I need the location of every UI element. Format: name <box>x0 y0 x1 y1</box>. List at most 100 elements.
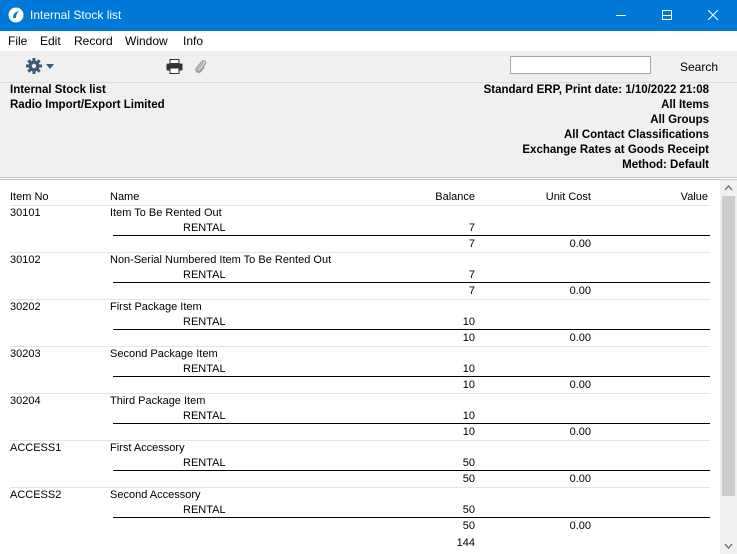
item-total-balance: 10 <box>462 426 475 438</box>
report-header: Internal Stock list Radio Import/Export … <box>0 83 737 177</box>
menu-record[interactable]: Record <box>74 34 113 48</box>
operations-menu-button[interactable] <box>25 57 55 75</box>
gear-icon <box>26 58 42 74</box>
row-divider <box>10 299 710 300</box>
location: RENTAL <box>183 504 226 516</box>
close-icon <box>708 10 719 21</box>
criteria-items: All Items <box>661 99 709 111</box>
item-no: 30204 <box>10 395 41 407</box>
printer-icon <box>166 59 183 74</box>
location-balance: 7 <box>468 222 475 234</box>
location-balance: 50 <box>462 504 475 516</box>
print-button[interactable] <box>166 59 184 75</box>
report-title: Internal Stock list <box>10 84 106 96</box>
print-info: Standard ERP, Print date: 1/10/2022 21:0… <box>483 84 709 96</box>
item-total-balance: 10 <box>462 332 475 344</box>
menu-edit[interactable]: Edit <box>40 34 61 48</box>
toolbar: Search <box>0 51 737 83</box>
grand-total-balance: 144 <box>456 537 475 549</box>
criteria-exchange-rates: Exchange Rates at Goods Receipt <box>522 144 709 156</box>
item-name: First Accessory <box>110 442 185 454</box>
item-name: Non-Serial Numbered Item To Be Rented Ou… <box>110 254 332 266</box>
subtotal-rule <box>113 423 710 424</box>
unit-cost: 0.00 <box>569 379 591 391</box>
app-icon <box>8 7 24 23</box>
company-name: Radio Import/Export Limited <box>10 99 165 111</box>
menu-info[interactable]: Info <box>183 34 203 48</box>
item-no: ACCESS1 <box>10 442 62 454</box>
subtotal-rule <box>113 282 710 283</box>
search-input[interactable] <box>510 56 651 74</box>
maximize-icon <box>662 10 672 20</box>
search-button[interactable]: Search <box>680 60 718 74</box>
item-total-balance: 10 <box>462 379 475 391</box>
close-button[interactable] <box>691 0 737 31</box>
location: RENTAL <box>183 363 226 375</box>
item-total-balance: 50 <box>462 473 475 485</box>
location: RENTAL <box>183 410 226 422</box>
item-name: First Package Item <box>110 301 202 313</box>
item-name: Item To Be Rented Out <box>110 207 222 219</box>
item-total-balance: 7 <box>468 238 475 250</box>
item-name: Third Package Item <box>110 395 206 407</box>
col-unit-cost: Unit Cost <box>545 191 591 203</box>
unit-cost: 0.00 <box>569 426 591 438</box>
maximize-button[interactable] <box>645 0 691 31</box>
item-name: Second Accessory <box>110 489 201 501</box>
location-balance: 50 <box>462 457 475 469</box>
col-name: Name <box>110 191 140 203</box>
item-name: Second Package Item <box>110 348 218 360</box>
location: RENTAL <box>183 222 226 234</box>
location-balance: 7 <box>468 269 475 281</box>
minimize-button-area[interactable] <box>599 0 645 31</box>
location: RENTAL <box>183 269 226 281</box>
row-divider <box>10 393 710 394</box>
item-no: 30101 <box>10 207 41 219</box>
report-body: Item No Name Balance Unit Cost Value 301… <box>0 180 720 554</box>
unit-cost: 0.00 <box>569 473 591 485</box>
location-balance: 10 <box>462 363 475 375</box>
menu-file[interactable]: File <box>8 34 27 48</box>
item-no: 30102 <box>10 254 41 266</box>
unit-cost: 0.00 <box>569 238 591 250</box>
item-total-balance: 7 <box>468 285 475 297</box>
item-no: 30203 <box>10 348 41 360</box>
subtotal-rule <box>113 376 710 377</box>
col-value: Value <box>680 191 708 203</box>
unit-cost: 0.00 <box>569 285 591 297</box>
menu-window[interactable]: Window <box>125 34 168 48</box>
col-item-no: Item No <box>10 191 49 203</box>
criteria-groups: All Groups <box>650 114 709 126</box>
window-title: Internal Stock list <box>30 8 122 22</box>
row-divider <box>10 252 710 253</box>
criteria-method: Method: Default <box>622 159 709 171</box>
header-divider <box>10 205 710 206</box>
row-divider <box>10 487 710 488</box>
location: RENTAL <box>183 457 226 469</box>
subtotal-rule <box>113 329 710 330</box>
subtotal-rule <box>113 517 710 518</box>
criteria-contact-classifications: All Contact Classifications <box>563 129 709 141</box>
scroll-down-icon[interactable] <box>720 538 737 554</box>
unit-cost: 0.00 <box>569 332 591 344</box>
location-balance: 10 <box>462 316 475 328</box>
scrollbar-thumb[interactable] <box>722 196 735 496</box>
location-balance: 10 <box>462 410 475 422</box>
subtotal-rule <box>113 470 710 471</box>
item-total-balance: 50 <box>462 520 475 532</box>
divider <box>0 177 737 178</box>
unit-cost: 0.00 <box>569 520 591 532</box>
location: RENTAL <box>183 316 226 328</box>
menu-bar: File Edit Record Window Info <box>0 31 737 51</box>
item-no: ACCESS2 <box>10 489 62 501</box>
attach-button[interactable] <box>194 58 208 75</box>
paperclip-icon <box>195 60 207 73</box>
scroll-up-icon[interactable] <box>720 180 737 196</box>
row-divider <box>10 346 710 347</box>
vertical-scrollbar[interactable] <box>720 180 737 554</box>
minimize-icon <box>616 15 626 16</box>
item-no: 30202 <box>10 301 41 313</box>
row-divider <box>10 440 710 441</box>
chevron-down-icon <box>46 64 54 69</box>
subtotal-rule <box>113 235 710 236</box>
